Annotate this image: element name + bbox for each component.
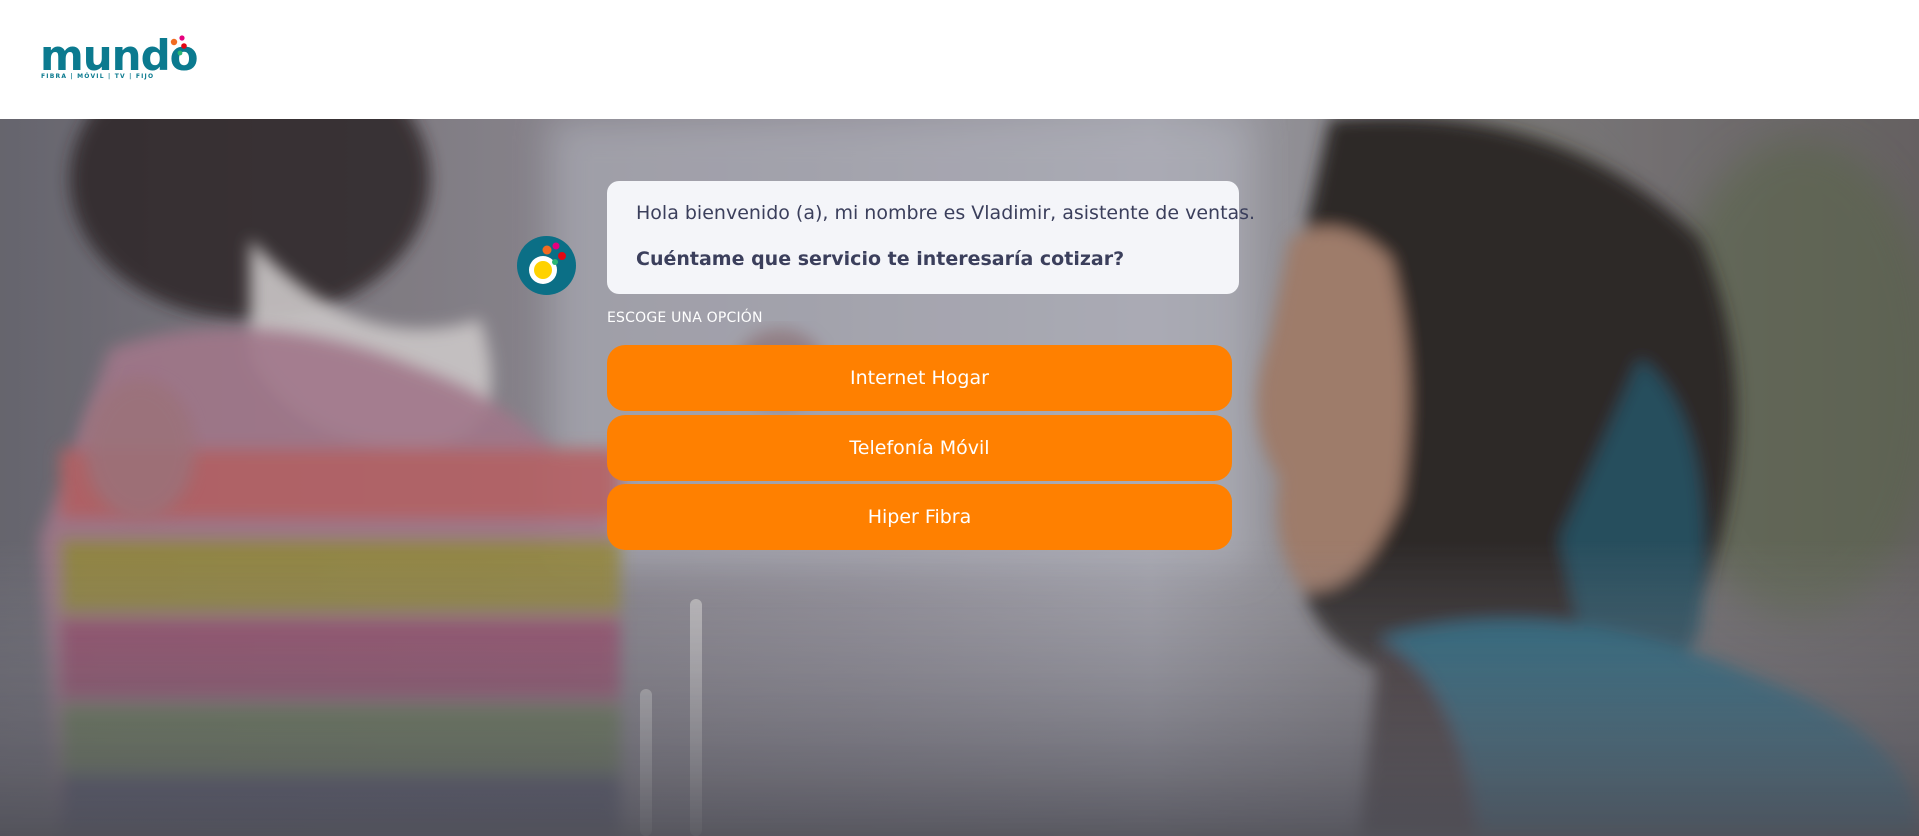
mundo-logo[interactable]: mundo FIBRA | MÓVIL | TV | FIJO — [40, 34, 198, 84]
greeting-text: Hola bienvenido (a), mi nombre es Vladim… — [636, 202, 1256, 224]
bot-message-bubble: Hola bienvenido (a), mi nombre es Vladim… — [607, 181, 1256, 294]
logo-tagline: FIBRA | MÓVIL | TV | FIJO — [41, 73, 155, 80]
logo-dots-icon — [170, 35, 187, 56]
site-header: mundo FIBRA | MÓVIL | TV | FIJO — [0, 0, 1919, 119]
option-hiper-fibra-button[interactable]: Hiper Fibra — [607, 484, 1232, 550]
bot-avatar-icon — [517, 236, 576, 295]
choose-option-label: ESCOGE UNA OPCIÓN — [607, 310, 763, 326]
question-text: Cuéntame que servicio te interesaría cot… — [636, 248, 1125, 270]
option-telefonia-movil-button[interactable]: Telefonía Móvil — [607, 415, 1232, 481]
option-internet-hogar-button[interactable]: Internet Hogar — [607, 345, 1232, 411]
